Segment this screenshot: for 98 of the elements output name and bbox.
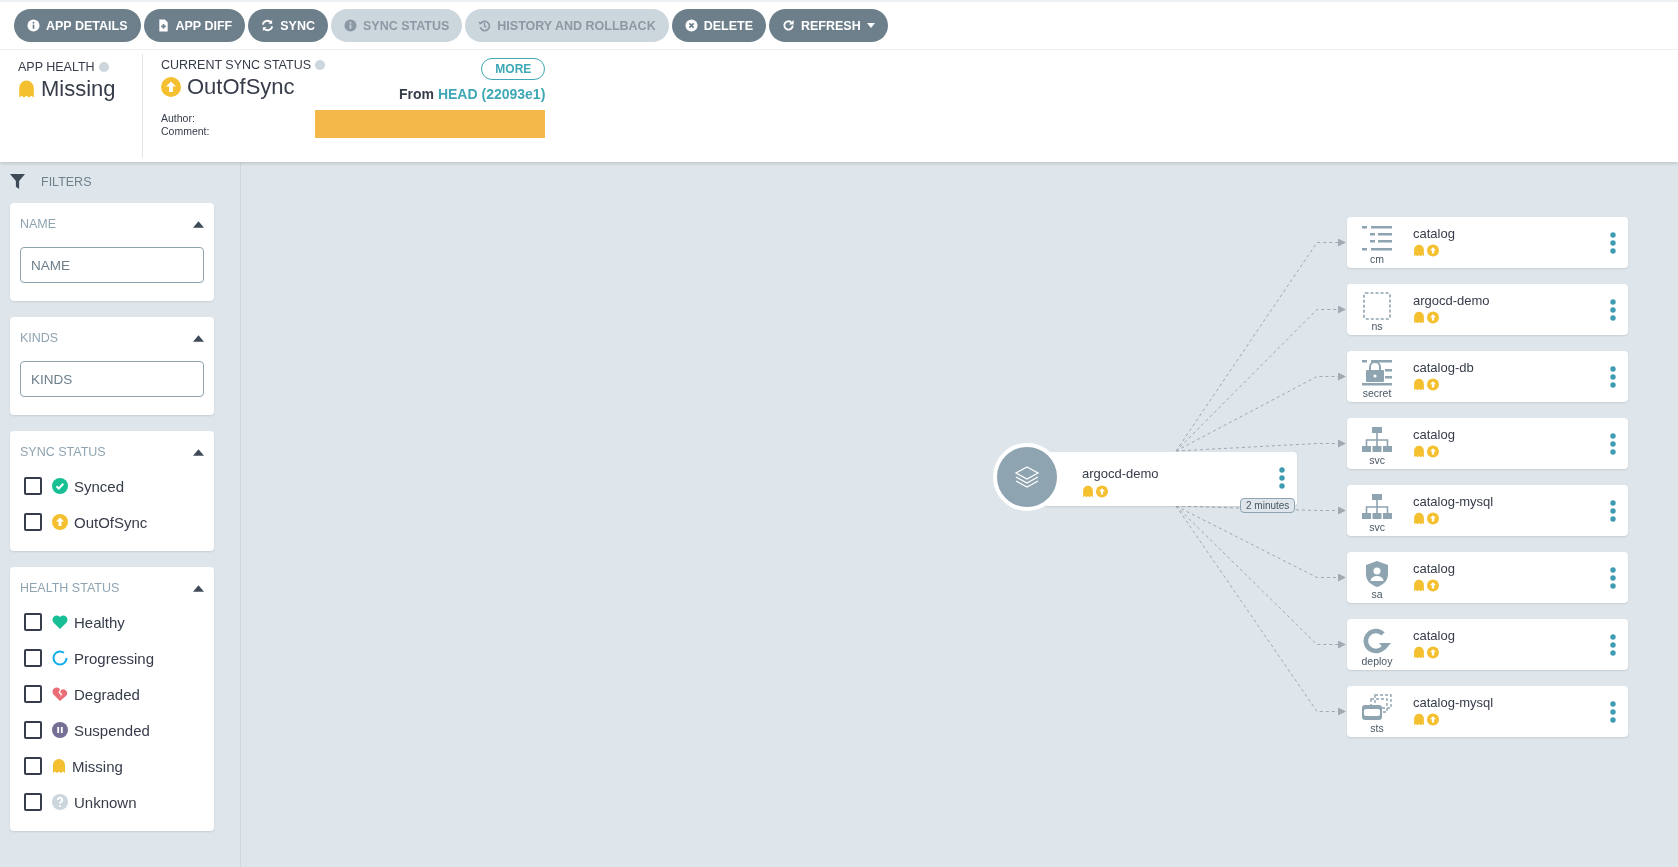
ghost-icon [52, 758, 66, 774]
filter-option-label: Synced [74, 477, 125, 495]
node-name: argocd-demo [1413, 293, 1490, 308]
kind-label: secret [1362, 387, 1392, 399]
kind-label: deploy [1361, 655, 1393, 667]
sync-arrows-icon [261, 19, 275, 32]
filter-option-label: Degraded [74, 685, 140, 703]
kebab-menu-icon[interactable] [1610, 232, 1616, 254]
broken-heart-icon [52, 686, 68, 702]
resource-node[interactable]: ns argocd-demo [1347, 284, 1628, 335]
filter-option-label: Progressing [74, 649, 155, 667]
ghost-icon [18, 79, 35, 99]
checkbox[interactable] [24, 649, 42, 667]
info-icon [343, 19, 357, 32]
heart-icon [52, 614, 68, 630]
kind-label: sa [1371, 588, 1383, 600]
check-circle-icon [52, 478, 68, 494]
checkbox[interactable] [24, 477, 42, 495]
age-badge: 2 minutes [1240, 498, 1296, 513]
node-name: catalog [1413, 628, 1455, 643]
checkbox[interactable] [24, 685, 42, 703]
list-icon [1361, 225, 1393, 253]
caret-icon [866, 23, 875, 28]
kebab-menu-icon[interactable] [1610, 500, 1616, 522]
filter-option-label: Missing [72, 757, 123, 775]
dashed-square-icon [1361, 292, 1393, 320]
collapse-icon[interactable] [193, 334, 204, 342]
app-health-label: APP HEALTH [18, 60, 95, 74]
question-icon [52, 794, 68, 810]
pause-icon [52, 722, 68, 738]
resource-node[interactable]: cm catalog [1347, 217, 1628, 268]
checkbox[interactable] [24, 757, 42, 775]
history-icon [478, 19, 492, 32]
node-name: catalog-mysql [1413, 494, 1494, 509]
toolbar-button[interactable]: APP DIFF [143, 9, 246, 42]
filter-option-label: Unknown [74, 793, 137, 811]
collapse-icon[interactable] [193, 584, 204, 592]
refresh-icon [782, 19, 795, 32]
toolbar-button[interactable]: DELETE [671, 9, 766, 42]
resource-node[interactable]: sts catalog-mysql [1347, 686, 1628, 737]
filters-title: FILTERS [41, 174, 92, 189]
info-icon [27, 19, 40, 32]
filter-title: SYNC STATUS [20, 445, 106, 459]
checkbox[interactable] [24, 613, 42, 631]
node-name: catalog-db [1413, 360, 1474, 375]
node-name: catalog [1413, 561, 1455, 576]
kind-label: cm [1370, 253, 1384, 265]
lock-icon [1361, 359, 1393, 387]
checkbox[interactable] [24, 721, 42, 739]
kind-label: sts [1370, 722, 1384, 734]
filter-title: NAME [20, 217, 57, 231]
author-label: Author: [161, 112, 196, 125]
node-name: catalog-mysql [1413, 695, 1494, 710]
kebab-menu-icon[interactable] [1610, 567, 1616, 589]
from-label: From [399, 86, 434, 102]
kind-label: svc [1369, 521, 1385, 533]
filter-title: KINDS [20, 331, 59, 345]
progress-ring-icon [52, 650, 68, 666]
resource-node[interactable]: secret catalog-db [1347, 351, 1628, 402]
filter-option-label: Suspended [74, 721, 150, 739]
database-stack-icon [1361, 694, 1393, 722]
file-plus-icon [156, 19, 170, 32]
filter-icon [10, 174, 25, 189]
checkbox[interactable] [24, 793, 42, 811]
kebab-menu-icon[interactable] [1610, 433, 1616, 455]
kinds-filter-field[interactable]: KINDS [20, 361, 204, 397]
filter-title: HEALTH STATUS [20, 581, 120, 595]
kebab-menu-icon[interactable] [1610, 701, 1616, 723]
close-circle-icon [684, 19, 698, 32]
collapse-icon[interactable] [193, 220, 204, 228]
comment-label: Comment: [161, 125, 210, 138]
node-name: argocd-demo [1082, 466, 1159, 481]
rotate-arrow-icon [1361, 627, 1393, 655]
resource-node[interactable]: svc catalog [1347, 418, 1628, 469]
node-name: catalog [1413, 427, 1455, 442]
toolbar-button[interactable]: APP DETAILS [14, 9, 141, 42]
resource-node[interactable]: deploy catalog [1347, 619, 1628, 670]
toolbar-button[interactable]: REFRESH [769, 9, 888, 42]
kind-label: svc [1369, 454, 1385, 466]
kebab-menu-icon[interactable] [1279, 467, 1285, 489]
collapse-icon[interactable] [193, 448, 204, 456]
checkbox[interactable] [24, 513, 42, 531]
resource-node[interactable]: svc catalog-mysql [1347, 485, 1628, 536]
network-icon [1361, 426, 1393, 454]
kebab-menu-icon[interactable] [1610, 299, 1616, 321]
kebab-menu-icon[interactable] [1610, 366, 1616, 388]
filter-option-label: Healthy [74, 613, 125, 631]
node-name: catalog [1413, 226, 1455, 241]
toolbar-button[interactable]: SYNC [248, 9, 328, 42]
name-filter-field[interactable]: NAME [20, 247, 204, 283]
kind-label: ns [1371, 320, 1383, 332]
kebab-menu-icon[interactable] [1610, 634, 1616, 656]
sync-status-label: CURRENT SYNC STATUS [161, 58, 311, 72]
filter-option-label: OutOfSync [74, 513, 148, 531]
resource-node[interactable]: sa catalog [1347, 552, 1628, 603]
network-icon [1361, 493, 1393, 521]
sync-status-value: OutOfSync [187, 74, 295, 100]
app-health-value: Missing [41, 76, 116, 102]
